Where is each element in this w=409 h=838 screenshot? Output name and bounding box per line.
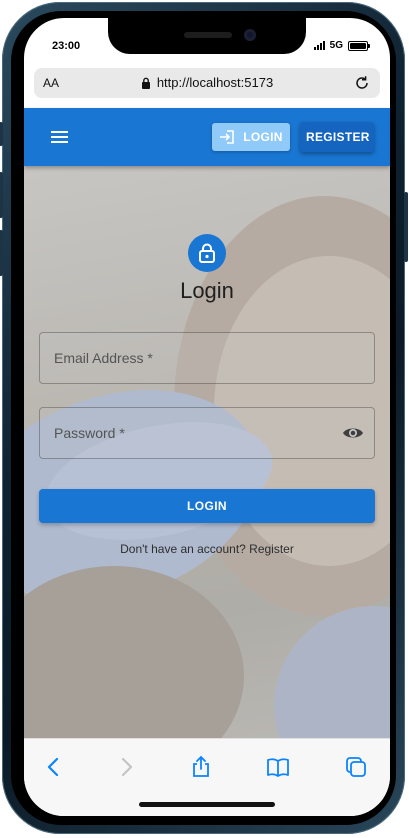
menu-icon [48, 131, 72, 143]
share-icon[interactable] [189, 755, 213, 779]
url-display[interactable]: http://localhost:5173 [34, 75, 380, 90]
front-camera [244, 29, 256, 41]
lock-avatar [188, 234, 226, 272]
home-indicator[interactable] [139, 802, 275, 807]
register-link[interactable]: Don't have an account? Register [24, 542, 390, 556]
screen: 23:00 5G AA http://localhost:5173 LOGIN … [24, 18, 390, 816]
book-icon[interactable] [266, 755, 290, 779]
signal-icon [313, 41, 325, 50]
visibility-icon[interactable] [342, 423, 364, 443]
register-nav-button[interactable]: REGISTER [300, 122, 374, 152]
menu-button[interactable] [48, 128, 72, 146]
volume-down-button [0, 230, 3, 276]
password-field[interactable] [39, 407, 375, 459]
status-time: 23:00 [52, 40, 81, 52]
lock-icon [199, 243, 215, 263]
address-bar[interactable]: AA http://localhost:5173 [34, 68, 380, 98]
power-button [404, 192, 408, 262]
login-submit-button[interactable]: LOGIN [39, 489, 375, 523]
password-input[interactable] [40, 408, 374, 458]
app-bar: LOGIN REGISTER [24, 108, 390, 166]
battery-icon [348, 40, 370, 51]
login-nav-button[interactable]: LOGIN [212, 123, 290, 151]
tabs-icon[interactable] [344, 755, 368, 779]
back-chevron-icon[interactable] [42, 755, 66, 779]
speaker [184, 32, 232, 38]
email-field[interactable] [39, 332, 375, 384]
email-input[interactable] [40, 333, 374, 383]
url-text: http://localhost:5173 [156, 75, 274, 90]
login-page: Login LOGIN Don't have an account? Regis… [24, 166, 390, 738]
forward-chevron-icon[interactable] [114, 755, 138, 779]
notch [108, 18, 306, 54]
login-nav-label: LOGIN [243, 130, 283, 144]
mute-switch [0, 122, 3, 146]
login-icon [220, 130, 235, 144]
volume-up-button [0, 172, 3, 218]
reload-icon[interactable] [353, 74, 371, 92]
network-label: 5G [329, 40, 343, 51]
lock-icon [141, 77, 150, 89]
status-indicators: 5G [313, 40, 370, 51]
page-title: Login [180, 278, 234, 303]
